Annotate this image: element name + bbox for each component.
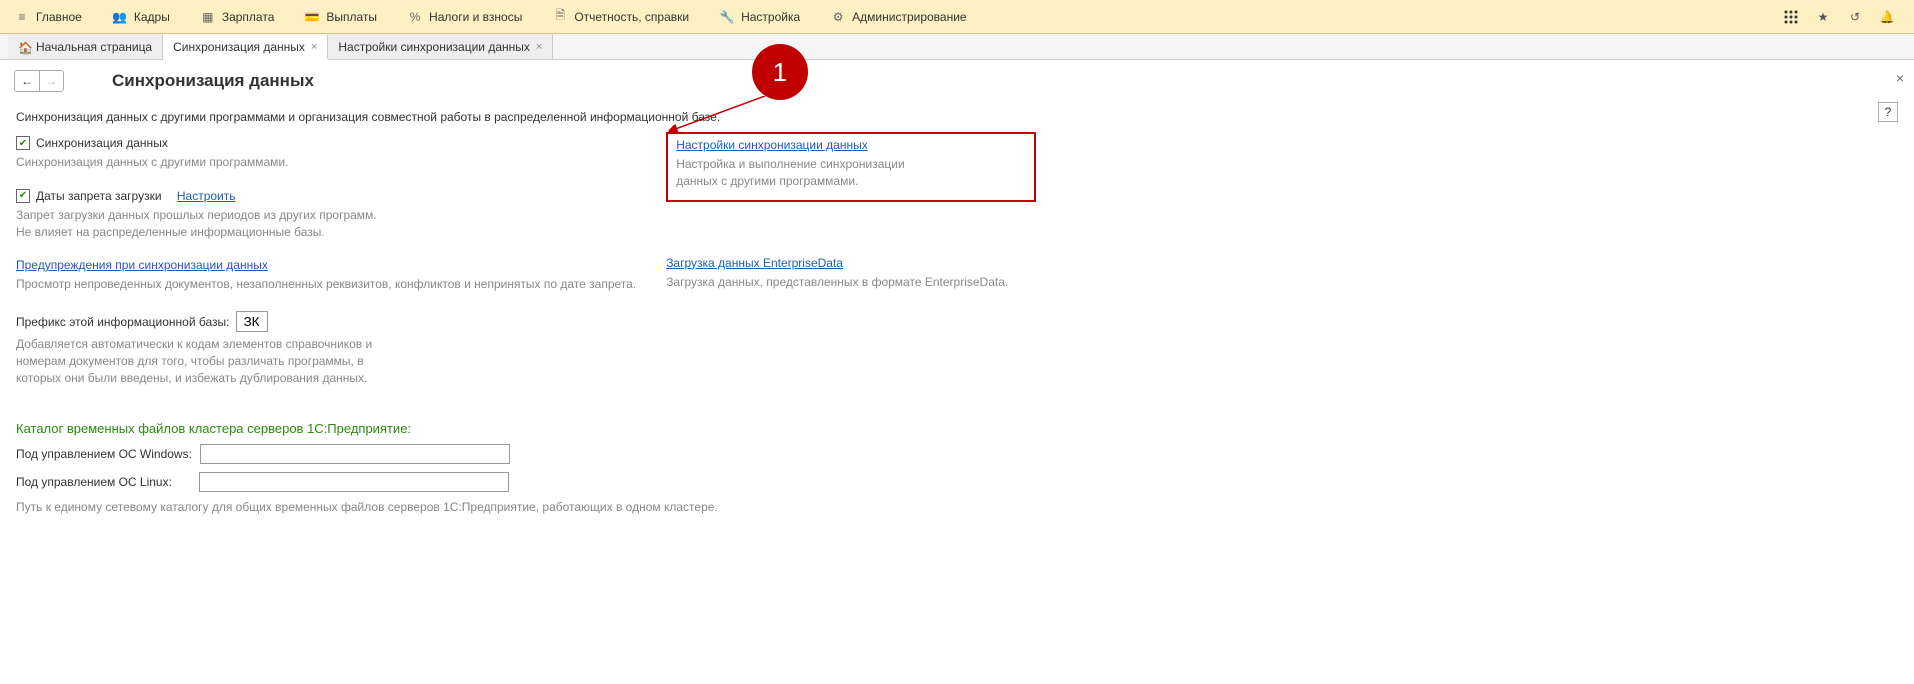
dates-configure-link[interactable]: Настроить xyxy=(177,189,236,203)
sync-desc: Синхронизация данных с другими программа… xyxy=(16,154,636,171)
win-label: Под управлением ОС Windows: xyxy=(16,447,192,461)
sync-settings-link[interactable]: Настройки синхронизации данных xyxy=(676,138,868,152)
percent-icon: % xyxy=(407,9,423,25)
help-button[interactable]: ? xyxy=(1878,102,1898,122)
prefix-label: Префикс этой информационной базы: xyxy=(16,315,230,329)
page-close-icon[interactable]: × xyxy=(1896,70,1904,86)
page-toolbar: ← → Синхронизация данных xyxy=(0,60,1914,92)
menu-icon: ≡ xyxy=(14,9,30,25)
sync-checkbox[interactable] xyxy=(16,136,30,150)
sync-settings-highlight: Настройки синхронизации данных Настройка… xyxy=(666,132,1036,202)
linux-label: Под управлением ОС Linux: xyxy=(16,475,191,489)
win-path-input[interactable] xyxy=(200,444,510,464)
cluster-title: Каталог временных файлов кластера сервер… xyxy=(16,421,1898,436)
tab-label: Начальная страница xyxy=(36,40,152,54)
menu-settings[interactable]: 🔧 Настройка xyxy=(713,5,806,29)
wallet-icon: 💳 xyxy=(304,9,320,25)
nav-buttons: ← → xyxy=(14,70,64,92)
home-icon: 🏠 xyxy=(18,41,30,53)
menu-label: Главное xyxy=(36,10,82,24)
history-icon[interactable]: ↺ xyxy=(1846,8,1864,26)
cluster-hint: Путь к единому сетевому каталогу для общ… xyxy=(16,500,1898,514)
menu-hr[interactable]: 👥 Кадры xyxy=(106,5,176,29)
menu-label: Налоги и взносы xyxy=(429,10,522,24)
bell-icon[interactable]: 🔔 xyxy=(1878,8,1896,26)
menu-label: Выплаты xyxy=(326,10,377,24)
menubar-right: ★ ↺ 🔔 xyxy=(1782,8,1906,26)
people-icon: 👥 xyxy=(112,9,128,25)
wrench-icon: 🔧 xyxy=(719,9,735,25)
menu-label: Зарплата xyxy=(222,10,275,24)
doc-icon: 🗎 xyxy=(552,9,568,25)
prefix-input[interactable] xyxy=(236,311,268,332)
menu-label: Кадры xyxy=(134,10,170,24)
back-button[interactable]: ← xyxy=(15,71,39,91)
annotation-number: 1 xyxy=(773,57,787,88)
tab-label: Синхронизация данных xyxy=(173,40,305,54)
menu-label: Администрирование xyxy=(852,10,966,24)
intro-text: Синхронизация данных с другими программа… xyxy=(16,110,1878,124)
sync-checkbox-label: Синхронизация данных xyxy=(36,136,168,150)
menu-payments[interactable]: 💳 Выплаты xyxy=(298,5,383,29)
dates-checkbox[interactable] xyxy=(16,189,30,203)
menu-label: Отчетность, справки xyxy=(574,10,689,24)
gear-icon: ⚙ xyxy=(830,9,846,25)
page-content: Синхронизация данных с другими программа… xyxy=(0,92,1914,524)
tab-label: Настройки синхронизации данных xyxy=(338,40,530,54)
menu-label: Настройка xyxy=(741,10,800,24)
sync-settings-desc: Настройка и выполнение синхронизации дан… xyxy=(676,156,946,190)
grid-icon: ▦ xyxy=(200,9,216,25)
main-menubar: ≡ Главное 👥 Кадры ▦ Зарплата 💳 Выплаты %… xyxy=(0,0,1914,34)
tab-sync-settings[interactable]: Настройки синхронизации данных × xyxy=(328,34,553,59)
forward-button[interactable]: → xyxy=(39,71,63,91)
dates-checkbox-label: Даты запрета загрузки xyxy=(36,189,162,203)
load-data-desc: Загрузка данных, представленных в формат… xyxy=(666,274,1036,291)
prefix-desc: Добавляется автоматически к кодам элемен… xyxy=(16,336,386,386)
tab-strip: 🏠 Начальная страница Синхронизация данны… xyxy=(0,34,1914,60)
tab-sync[interactable]: Синхронизация данных × xyxy=(163,35,328,60)
tab-close-icon[interactable]: × xyxy=(536,41,542,53)
menu-admin[interactable]: ⚙ Администрирование xyxy=(824,5,972,29)
warnings-link[interactable]: Предупреждения при синхронизации данных xyxy=(16,258,268,272)
tab-home[interactable]: 🏠 Начальная страница xyxy=(8,34,163,59)
star-icon[interactable]: ★ xyxy=(1814,8,1832,26)
menu-reports[interactable]: 🗎 Отчетность, справки xyxy=(546,5,695,29)
menu-salary[interactable]: ▦ Зарплата xyxy=(194,5,281,29)
apps-icon[interactable] xyxy=(1782,8,1800,26)
menubar-left: ≡ Главное 👥 Кадры ▦ Зарплата 💳 Выплаты %… xyxy=(8,5,1782,29)
tab-close-icon[interactable]: × xyxy=(311,41,317,53)
load-data-link[interactable]: Загрузка данных EnterpriseData xyxy=(666,256,843,270)
menu-main[interactable]: ≡ Главное xyxy=(8,5,88,29)
page-title: Синхронизация данных xyxy=(112,71,314,91)
left-column: Синхронизация данных Синхронизация данны… xyxy=(16,136,636,405)
annotation-arrow xyxy=(665,96,775,136)
annotation-marker: 1 xyxy=(752,44,808,100)
menu-taxes[interactable]: % Налоги и взносы xyxy=(401,5,528,29)
linux-path-input[interactable] xyxy=(199,472,509,492)
dates-desc: Запрет загрузки данных прошлых периодов … xyxy=(16,207,636,241)
cluster-section: Каталог временных файлов кластера сервер… xyxy=(16,421,1898,514)
warnings-desc: Просмотр непроведенных документов, незап… xyxy=(16,276,636,293)
right-column: Настройки синхронизации данных Настройка… xyxy=(666,136,1036,405)
